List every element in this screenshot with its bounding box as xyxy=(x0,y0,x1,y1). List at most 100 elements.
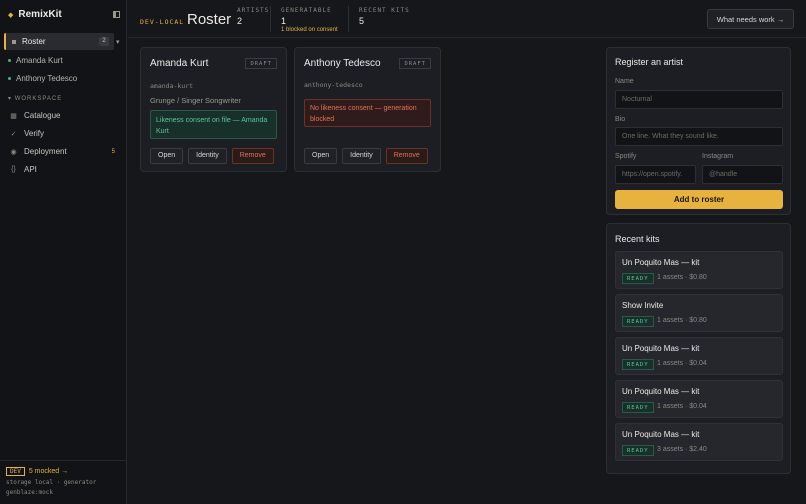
artist-name: Amanda Kurt xyxy=(150,58,209,69)
status-badge: READY xyxy=(622,445,654,456)
sidebar-item-api[interactable]: {} API xyxy=(10,165,115,174)
kit-meta: 1 assets · $0.04 xyxy=(657,403,707,410)
status-badge: READY xyxy=(622,273,654,284)
spotify-input[interactable]: https://open.spotify. xyxy=(615,165,696,184)
bio-input[interactable]: One line. What they sound like. xyxy=(615,127,783,146)
kit-title: Un Poquito Mas — kit xyxy=(622,387,700,396)
add-to-roster-button[interactable]: Add to roster xyxy=(615,190,783,209)
artist-genre: Grunge / Singer Songwriter xyxy=(150,96,241,105)
status-badge: READY xyxy=(622,359,654,370)
braces-icon: {} xyxy=(11,166,16,173)
dev-badge: DEV xyxy=(6,467,25,476)
open-button[interactable]: Open xyxy=(150,148,184,164)
remove-button[interactable]: Remove xyxy=(385,148,428,164)
page-header: DEV-LOCAL Roster ARTISTS 2 GENERATABLE 1… xyxy=(128,0,806,38)
status-badge: READY xyxy=(622,402,654,413)
consent-warning: No likeness consent — generation blocked xyxy=(304,99,431,127)
workspace-section-title[interactable]: ▾ WORKSPACE xyxy=(8,95,62,102)
status-dot-icon xyxy=(8,59,11,62)
sidebar-item-label: API xyxy=(24,165,37,174)
panel-title: Register an artist xyxy=(615,57,684,67)
mocked-link[interactable]: 5 mocked → xyxy=(29,468,68,475)
register-artist-panel: Register an artist Name Nocturnal Bio On… xyxy=(606,47,791,215)
deploy-icon: ◉ xyxy=(10,148,17,156)
stat-value: 2 xyxy=(237,16,243,26)
name-label: Name xyxy=(615,78,634,85)
status-badge: READY xyxy=(622,316,654,327)
bio-label: Bio xyxy=(615,116,626,123)
env-tag: DEV-LOCAL xyxy=(140,18,185,26)
stat-recent-kits: RECENT KITS 5 xyxy=(359,7,410,26)
brand-logo-icon: ◆ xyxy=(8,11,14,19)
status-badge: DRAFT xyxy=(245,58,277,69)
name-input[interactable]: Nocturnal xyxy=(615,90,783,109)
artist-card[interactable]: Anthony Tedesco DRAFT anthony-tedesco No… xyxy=(294,47,441,172)
check-icon: ✓ xyxy=(10,130,17,138)
sidebar-item-verify[interactable]: ✓ Verify xyxy=(10,129,115,138)
identity-button[interactable]: Identity xyxy=(188,148,227,164)
instagram-input[interactable]: @handle xyxy=(702,165,783,184)
what-needs-work-button[interactable]: What needs work → xyxy=(707,9,794,29)
sidebar-artist-item[interactable]: Anthony Tedesco xyxy=(8,74,77,83)
recent-kits-panel: Recent kits Un Poquito Mas — kit READY 1… xyxy=(606,223,791,474)
sidebar-item-catalogue[interactable]: ▦ Catalogue xyxy=(10,111,115,120)
stat-artists: ARTISTS 2 xyxy=(237,7,269,26)
storage-info: storage local · generator xyxy=(6,479,97,486)
roster-icon xyxy=(12,39,16,44)
stat-generatable: GENERATABLE 1 1 blocked on consent xyxy=(281,7,338,33)
artist-name: Anthony Tedesco xyxy=(304,58,381,69)
deployment-count-badge: 5 xyxy=(111,148,115,155)
kit-meta: 1 assets · $0.80 xyxy=(657,317,707,324)
divider xyxy=(270,6,271,32)
consent-notice: Likeness consent on file — Amanda Kurt xyxy=(150,110,277,139)
status-badge: DRAFT xyxy=(399,58,431,69)
sidebar-item-label: Deployment xyxy=(24,147,67,156)
stat-label: GENERATABLE xyxy=(281,7,332,14)
sidebar-item-label: Catalogue xyxy=(24,111,61,120)
kit-meta: 3 assets · $2.40 xyxy=(657,446,707,453)
divider xyxy=(348,6,349,32)
kit-item[interactable]: Un Poquito Mas — kit READY 1 assets · $0… xyxy=(615,380,783,418)
stat-value: 5 xyxy=(359,16,365,26)
kit-item[interactable]: Un Poquito Mas — kit READY 3 assets · $2… xyxy=(615,423,783,461)
collapse-sidebar-icon[interactable] xyxy=(113,11,120,18)
kit-item[interactable]: Show Invite READY 1 assets · $0.80 xyxy=(615,294,783,332)
sidebar-footer: DEV 5 mocked → storage local · generator… xyxy=(0,460,127,502)
panel-title: Recent kits xyxy=(615,234,660,244)
generator-info: genblaze:mock xyxy=(6,489,53,496)
identity-button[interactable]: Identity xyxy=(342,148,381,164)
brand-name: RemixKit xyxy=(18,9,62,20)
kit-item[interactable]: Un Poquito Mas — kit READY 1 assets · $0… xyxy=(615,251,783,289)
stat-label: RECENT KITS xyxy=(359,7,410,14)
stat-note: 1 blocked on consent xyxy=(281,27,338,33)
open-button[interactable]: Open xyxy=(304,148,338,164)
kit-item[interactable]: Un Poquito Mas — kit READY 1 assets · $0… xyxy=(615,337,783,375)
spotify-label: Spotify xyxy=(615,153,637,160)
sidebar: ◆ RemixKit Roster 2 ▾ Amanda Kurt Anthon… xyxy=(0,0,127,504)
status-dot-icon xyxy=(8,77,11,80)
sidebar-artist-item[interactable]: Amanda Kurt xyxy=(8,56,63,65)
brand[interactable]: ◆ RemixKit xyxy=(8,9,62,20)
kit-title: Un Poquito Mas — kit xyxy=(622,430,700,439)
sidebar-artist-label: Amanda Kurt xyxy=(16,56,63,65)
catalogue-icon: ▦ xyxy=(10,112,17,120)
artist-slug: anthony-tedesco xyxy=(304,81,363,89)
sidebar-artist-label: Anthony Tedesco xyxy=(16,74,78,83)
kit-title: Show Invite xyxy=(622,301,664,310)
instagram-label: Instagram xyxy=(702,153,734,160)
sidebar-item-roster[interactable]: Roster 2 xyxy=(4,33,114,50)
remove-button[interactable]: Remove xyxy=(231,148,274,164)
chevron-down-icon[interactable]: ▾ xyxy=(116,38,120,46)
stat-value: 1 xyxy=(281,16,287,26)
artist-card[interactable]: Amanda Kurt DRAFT amanda-kurt Grunge / S… xyxy=(140,47,287,172)
kit-title: Un Poquito Mas — kit xyxy=(622,258,700,267)
artist-slug: amanda-kurt xyxy=(150,82,194,90)
sidebar-item-label: Verify xyxy=(24,129,45,138)
kit-meta: 1 assets · $0.80 xyxy=(657,274,707,281)
roster-count-badge: 2 xyxy=(99,37,109,46)
kit-meta: 1 assets · $0.04 xyxy=(657,360,707,367)
kit-title: Un Poquito Mas — kit xyxy=(622,344,700,353)
page-title: Roster xyxy=(187,11,232,28)
stat-label: ARTISTS xyxy=(237,7,270,14)
sidebar-item-deployment[interactable]: ◉ Deployment 5 xyxy=(10,147,115,156)
